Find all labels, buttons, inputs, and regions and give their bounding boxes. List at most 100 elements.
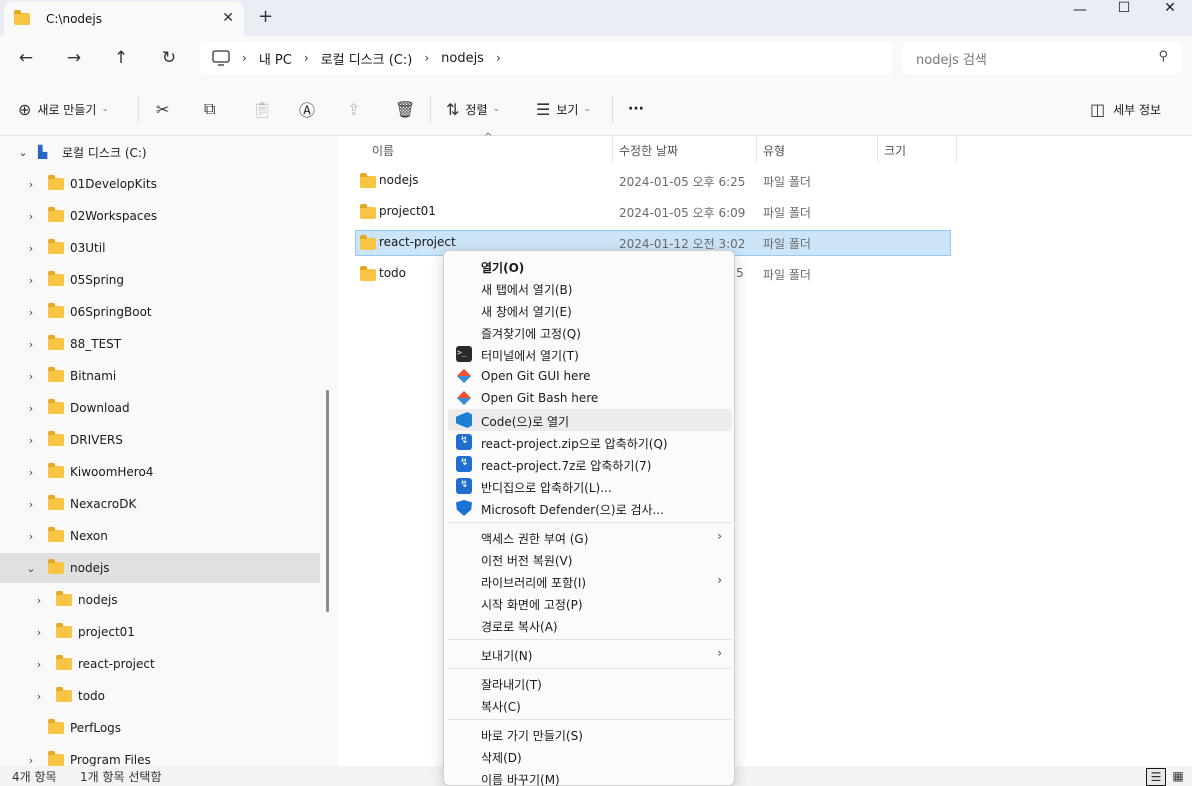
menu-item-give-access[interactable]: 액세스 권한 부여 (G) › — [448, 526, 732, 548]
column-divider[interactable] — [877, 136, 878, 162]
chevron-right-icon[interactable]: › — [32, 690, 46, 703]
more-options-button[interactable]: ··· — [628, 98, 644, 120]
maximize-button[interactable]: ☐ — [1100, 0, 1148, 20]
tree-item-nodejs-selected[interactable]: ⌄ nodejs — [0, 553, 320, 583]
tree-item-folder[interactable]: › 01DevelopKits — [0, 169, 320, 199]
menu-item-compress-zip[interactable]: react-project.zip으로 압축하기(Q) — [448, 431, 732, 453]
minimize-button[interactable]: — — [1056, 2, 1104, 22]
column-divider[interactable] — [612, 136, 613, 162]
chevron-right-icon[interactable]: › — [32, 626, 46, 639]
chevron-right-icon[interactable]: › — [24, 434, 38, 447]
column-header-type[interactable]: 유형 — [763, 142, 785, 164]
tree-item-folder[interactable]: › Program Files — [0, 745, 320, 766]
chevron-right-icon[interactable]: › — [24, 466, 38, 479]
column-divider[interactable] — [956, 136, 957, 162]
tree-item-folder[interactable]: › nodejs — [0, 585, 320, 615]
tree-item-folder[interactable]: › 05Spring — [0, 265, 320, 295]
chevron-right-icon[interactable]: › — [32, 658, 46, 671]
chevron-right-icon[interactable]: › — [496, 51, 501, 65]
column-header-date[interactable]: 수정한 날짜 — [619, 142, 678, 164]
file-row[interactable]: nodejs 2024-01-05 오후 6:25 파일 폴더 — [356, 168, 952, 194]
tree-item-folder[interactable]: › react-project — [0, 649, 320, 679]
chevron-right-icon[interactable]: › — [24, 242, 38, 255]
menu-item-pin-start[interactable]: 시작 화면에 고정(P) — [448, 592, 732, 614]
chevron-right-icon[interactable]: › — [24, 370, 38, 383]
chevron-right-icon[interactable]: › — [24, 178, 38, 191]
tree-item-folder[interactable]: › NexacroDK — [0, 489, 320, 519]
address-bar[interactable]: › 내 PC › 로컬 디스크 (C:) › nodejs › — [200, 42, 892, 74]
tree-item-folder[interactable]: › Download — [0, 393, 320, 423]
menu-item-git-bash[interactable]: Open Git Bash here — [448, 387, 732, 409]
menu-item-git-gui[interactable]: Open Git GUI here — [448, 365, 732, 387]
chevron-right-icon[interactable]: › — [32, 594, 46, 607]
column-divider[interactable] — [756, 136, 757, 162]
tree-item-folder[interactable]: › 06SpringBoot — [0, 297, 320, 327]
view-button[interactable]: ☰ 보기 ⌄ — [536, 98, 591, 120]
search-input[interactable]: nodejs 검색 ⚲ — [902, 42, 1182, 74]
close-button[interactable]: ✕ — [1146, 0, 1192, 20]
menu-item-open-new-tab[interactable]: 새 탭에서 열기(B) — [448, 277, 732, 299]
menu-item-compress-7z[interactable]: react-project.7z로 압축하기(7) — [448, 453, 732, 475]
breadcrumb-my-pc[interactable]: 내 PC — [259, 49, 292, 68]
up-button[interactable]: ↑ — [107, 46, 135, 70]
back-button[interactable]: ← — [12, 46, 40, 70]
chevron-right-icon[interactable]: › — [24, 210, 38, 223]
breadcrumb-local-disk[interactable]: 로컬 디스크 (C:) — [321, 49, 413, 68]
chevron-right-icon[interactable]: › — [24, 498, 38, 511]
menu-item-compress-bandizip[interactable]: 반디집으로 압축하기(L)... — [448, 475, 732, 497]
tree-item-folder[interactable]: › 03Util — [0, 233, 320, 263]
sidebar-scrollbar[interactable] — [326, 390, 329, 612]
tab-close-icon[interactable]: ✕ — [222, 10, 234, 26]
menu-item-open-with-code[interactable]: Code(으)로 열기 — [448, 409, 732, 431]
tree-item-folder[interactable]: › todo — [0, 681, 320, 711]
tree-item-folder[interactable]: › Nexon — [0, 521, 320, 551]
chevron-right-icon[interactable]: › — [24, 754, 38, 767]
menu-item-delete[interactable]: 삭제(D) — [448, 745, 732, 767]
menu-item-include-library[interactable]: 라이브러리에 포함(I) › — [448, 570, 732, 592]
paste-icon[interactable]: 📋︎ — [252, 98, 272, 120]
tree-item-folder[interactable]: › project01 — [0, 617, 320, 647]
new-tab-button[interactable]: + — [258, 6, 273, 27]
tab-nodejs[interactable]: C:\nodejs ✕ — [4, 2, 244, 36]
sort-button[interactable]: ⇅ 정렬 ⌄ — [446, 98, 500, 120]
tree-item-local-disk[interactable]: ⌄ ▙ 로컬 디스크 (C:) — [0, 137, 320, 167]
menu-item-create-shortcut[interactable]: 바로 가기 만들기(S) — [448, 723, 732, 745]
details-view-icon[interactable]: ☰ — [1146, 768, 1166, 786]
tree-item-folder[interactable]: › 88_TEST — [0, 329, 320, 359]
tree-item-folder[interactable]: › KiwoomHero4 — [0, 457, 320, 487]
tree-item-folder[interactable]: › 02Workspaces — [0, 201, 320, 231]
menu-item-open[interactable]: 열기(O) — [448, 255, 732, 277]
menu-item-open-terminal[interactable]: 터미널에서 열기(T) — [448, 343, 732, 365]
copy-icon[interactable]: ⧉ — [204, 98, 215, 120]
details-button[interactable]: ◫ 세부 정보 — [1090, 98, 1161, 120]
menu-item-rename[interactable]: 이름 바꾸기(M) — [448, 767, 732, 786]
cut-icon[interactable]: ✂ — [156, 98, 169, 120]
menu-item-open-new-window[interactable]: 새 창에서 열기(E) — [448, 299, 732, 321]
tree-item-folder[interactable]: › Bitnami — [0, 361, 320, 391]
file-row[interactable]: project01 2024-01-05 오후 6:09 파일 폴더 — [356, 199, 952, 225]
chevron-down-icon[interactable]: ⌄ — [24, 562, 38, 575]
chevron-right-icon[interactable]: › — [24, 338, 38, 351]
chevron-right-icon[interactable]: › — [24, 306, 38, 319]
tiles-view-icon[interactable]: ▦ — [1168, 768, 1188, 786]
forward-button[interactable]: → — [60, 46, 88, 70]
chevron-down-icon[interactable]: ⌄ — [16, 146, 30, 159]
rename-icon[interactable]: Ⓐ — [299, 98, 315, 120]
chevron-right-icon[interactable]: › — [24, 402, 38, 415]
share-icon[interactable]: ⇪ — [347, 98, 360, 120]
refresh-button[interactable]: ↻ — [155, 46, 183, 70]
menu-item-copy-path[interactable]: 경로로 복사(A) — [448, 614, 732, 636]
column-header-size[interactable]: 크기 — [884, 142, 906, 164]
menu-item-defender-scan[interactable]: Microsoft Defender(으)로 검사... — [448, 497, 732, 519]
menu-item-send-to[interactable]: 보내기(N) › — [448, 643, 732, 665]
new-button[interactable]: ⊕ 새로 만들기 ⌄ — [18, 98, 109, 120]
menu-item-restore-versions[interactable]: 이전 버전 복원(V) — [448, 548, 732, 570]
menu-item-cut[interactable]: 잘라내기(T) — [448, 672, 732, 694]
tree-item-folder[interactable]: › DRIVERS — [0, 425, 320, 455]
breadcrumb-nodejs[interactable]: nodejs — [441, 51, 484, 66]
chevron-right-icon[interactable]: › — [24, 530, 38, 543]
delete-icon[interactable]: 🗑︎ — [395, 98, 415, 120]
chevron-right-icon[interactable]: › — [24, 274, 38, 287]
tree-item-folder[interactable]: PerfLogs — [0, 713, 320, 743]
menu-item-pin-quick-access[interactable]: 즐겨찾기에 고정(Q) — [448, 321, 732, 343]
